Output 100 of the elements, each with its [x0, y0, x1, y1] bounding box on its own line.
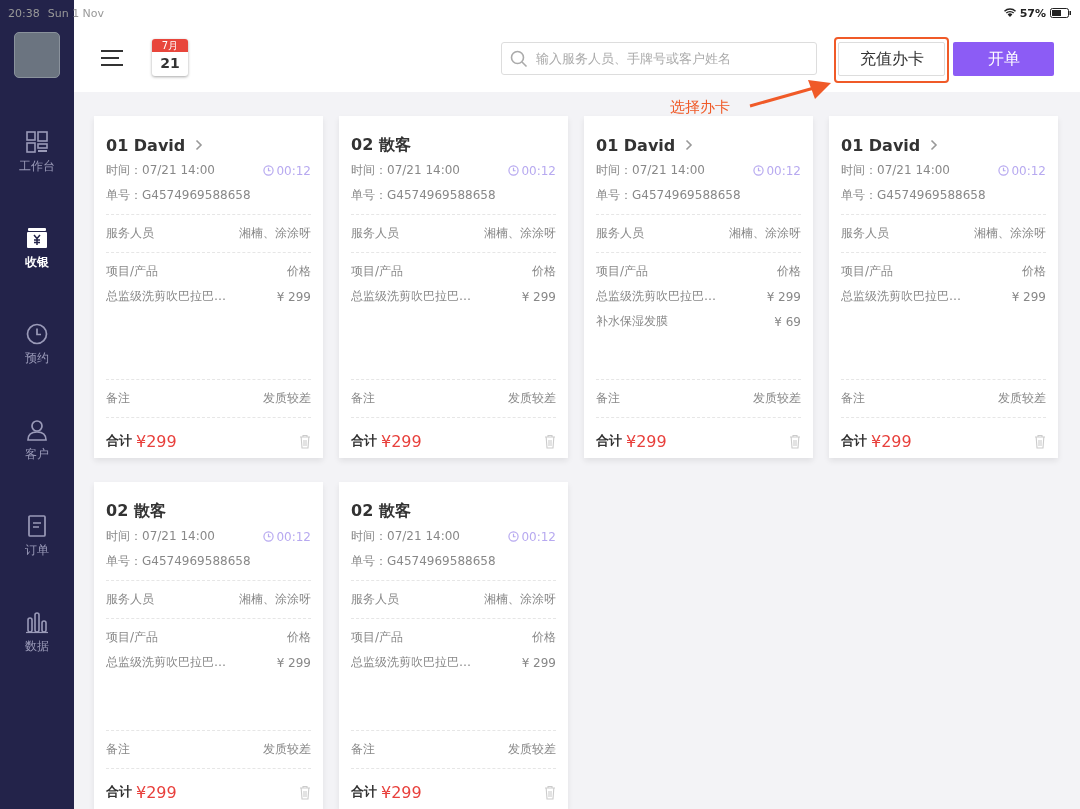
order-card[interactable]: 01 David 时间：07/21 14:00 00:12 单号：G4574969588658 服务人员 湘楠、涂涂呀 项目/产品 价格 总监级洗剪吹巴拉巴… ¥ 299 补水保湿发膜 ¥ 69 备注 发质较差 合计 ¥299 — [584, 116, 813, 458]
total-label: 合计 — [596, 432, 622, 450]
staff-names: 湘楠、涂涂呀 — [974, 225, 1046, 242]
trash-icon — [1034, 433, 1046, 449]
item-name: 总监级洗剪吹巴拉巴… — [596, 288, 716, 305]
staff-label: 服务人员 — [351, 591, 399, 608]
search-field[interactable]: 输入服务人员、手牌号或客户姓名 — [501, 42, 817, 75]
customer-name: 02 散客 — [351, 134, 411, 156]
trash-icon — [789, 433, 801, 449]
note-text: 发质较差 — [508, 390, 556, 407]
sidebar-item[interactable]: 数据 — [25, 610, 49, 655]
order-time: 时间：07/21 14:00 — [351, 528, 460, 545]
staff-label: 服务人员 — [106, 225, 154, 242]
total-amount: ¥299 — [871, 431, 912, 451]
staff-label: 服务人员 — [106, 591, 154, 608]
annotation-label: 选择办卡 — [670, 98, 730, 117]
trash-icon — [544, 433, 556, 449]
clock-icon — [998, 165, 1010, 176]
staff-names: 湘楠、涂涂呀 — [484, 591, 556, 608]
elapsed-time: 00:12 — [276, 529, 311, 544]
total-label: 合计 — [351, 432, 377, 450]
note-text: 发质较差 — [753, 390, 801, 407]
customer-name: 01 David — [596, 135, 676, 155]
price-header: 价格 — [287, 263, 311, 280]
menu-icon — [100, 49, 124, 67]
sidebar-item[interactable]: 预约 — [25, 322, 49, 367]
staff-label: 服务人员 — [351, 225, 399, 242]
item-price: ¥ 299 — [766, 289, 801, 304]
items-header: 项目/产品 — [596, 263, 649, 280]
item-name: 总监级洗剪吹巴拉巴… — [106, 654, 226, 671]
sidebar-item[interactable]: 工作台 — [19, 130, 55, 175]
item-price: ¥ 299 — [521, 289, 556, 304]
note-text: 发质较差 — [263, 390, 311, 407]
staff-names: 湘楠、涂涂呀 — [239, 225, 311, 242]
order-card[interactable]: 01 David 时间：07/21 14:00 00:12 单号：G4574969588658 服务人员 湘楠、涂涂呀 项目/产品 价格 总监级洗剪吹巴拉巴… ¥ 299 备注 发质较差 合计 ¥299 — [94, 116, 323, 458]
note-label: 备注 — [351, 390, 375, 407]
order-time: 时间：07/21 14:00 — [351, 162, 460, 179]
trash-icon — [299, 784, 311, 800]
note-label: 备注 — [841, 390, 865, 407]
total-amount: ¥299 — [381, 782, 422, 802]
customer-name: 01 David — [841, 135, 921, 155]
items-header: 项目/产品 — [351, 263, 404, 280]
price-header: 价格 — [1022, 263, 1046, 280]
item-price: ¥ 299 — [276, 655, 311, 670]
item-price: ¥ 299 — [521, 655, 556, 670]
items-header: 项目/产品 — [841, 263, 894, 280]
total-label: 合计 — [106, 432, 132, 450]
price-header: 价格 — [532, 629, 556, 646]
note-label: 备注 — [351, 741, 375, 758]
note-text: 发质较差 — [998, 390, 1046, 407]
items-header: 项目/产品 — [106, 263, 159, 280]
total-label: 合计 — [841, 432, 867, 450]
order-number: 单号：G4574969588658 — [106, 553, 251, 570]
price-header: 价格 — [777, 263, 801, 280]
order-card[interactable]: 01 David 时间：07/21 14:00 00:12 单号：G4574969588658 服务人员 湘楠、涂涂呀 项目/产品 价格 总监级洗剪吹巴拉巴… ¥ 299 备注 发质较差 合计 ¥299 — [829, 116, 1058, 458]
order-time: 时间：07/21 14:00 — [596, 162, 705, 179]
sidebar-item[interactable]: 订单 — [25, 514, 49, 559]
arrow-icon — [748, 79, 832, 109]
clock-icon — [508, 531, 520, 542]
person-icon — [25, 418, 49, 442]
item-name: 总监级洗剪吹巴拉巴… — [106, 288, 226, 305]
status-time: 20:38 — [8, 6, 40, 20]
total-amount: ¥299 — [626, 431, 667, 451]
note-label: 备注 — [106, 390, 130, 407]
note-label: 备注 — [596, 390, 620, 407]
staff-label: 服务人员 — [841, 225, 889, 242]
elapsed-time: 00:12 — [276, 163, 311, 178]
price-header: 价格 — [287, 629, 311, 646]
order-time: 时间：07/21 14:00 — [841, 162, 950, 179]
item-name: 总监级洗剪吹巴拉巴… — [351, 654, 471, 671]
item-name: 补水保湿发膜 — [596, 313, 668, 330]
document-icon — [25, 514, 49, 538]
order-number: 单号：G4574969588658 — [596, 187, 741, 204]
items-header: 项目/产品 — [106, 629, 159, 646]
staff-names: 湘楠、涂涂呀 — [484, 225, 556, 242]
calendar-icon[interactable]: 7月 21 — [152, 39, 188, 76]
bar-chart-icon — [25, 610, 49, 634]
item-price: ¥ 299 — [276, 289, 311, 304]
order-time: 时间：07/21 14:00 — [106, 528, 215, 545]
total-amount: ¥299 — [381, 431, 422, 451]
order-card[interactable]: 02 散客 时间：07/21 14:00 00:12 单号：G4574969588658 服务人员 湘楠、涂涂呀 项目/产品 价格 总监级洗剪吹巴拉巴… ¥ 299 备注 发质较差 合计 ¥299 — [94, 482, 323, 809]
order-card[interactable]: 02 散客 时间：07/21 14:00 00:12 单号：G4574969588658 服务人员 湘楠、涂涂呀 项目/产品 价格 总监级洗剪吹巴拉巴… ¥ 299 备注 发质较差 合计 ¥299 — [339, 482, 568, 809]
items-header: 项目/产品 — [351, 629, 404, 646]
sidebar-item[interactable]: 客户 — [25, 418, 49, 463]
clock-icon — [753, 165, 765, 176]
elapsed-time: 00:12 — [1011, 163, 1046, 178]
note-label: 备注 — [106, 741, 130, 758]
battery-icon — [1050, 8, 1072, 18]
elapsed-time: 00:12 — [521, 163, 556, 178]
create-order-button[interactable]: 开单 — [953, 42, 1054, 76]
order-number: 单号：G4574969588658 — [351, 553, 496, 570]
order-card[interactable]: 02 散客 时间：07/21 14:00 00:12 单号：G4574969588658 服务人员 湘楠、涂涂呀 项目/产品 价格 总监级洗剪吹巴拉巴… ¥ 299 备注 发质较差 合计 ¥299 — [339, 116, 568, 458]
customer-name: 02 散客 — [106, 500, 166, 522]
total-amount: ¥299 — [136, 782, 177, 802]
order-number: 单号：G4574969588658 — [106, 187, 251, 204]
trash-icon — [544, 784, 556, 800]
staff-label: 服务人员 — [596, 225, 644, 242]
battery-level: 57% — [1019, 6, 1046, 20]
recharge-button[interactable]: 充值办卡 — [838, 42, 945, 76]
sidebar-item[interactable]: 收银 — [25, 226, 49, 271]
